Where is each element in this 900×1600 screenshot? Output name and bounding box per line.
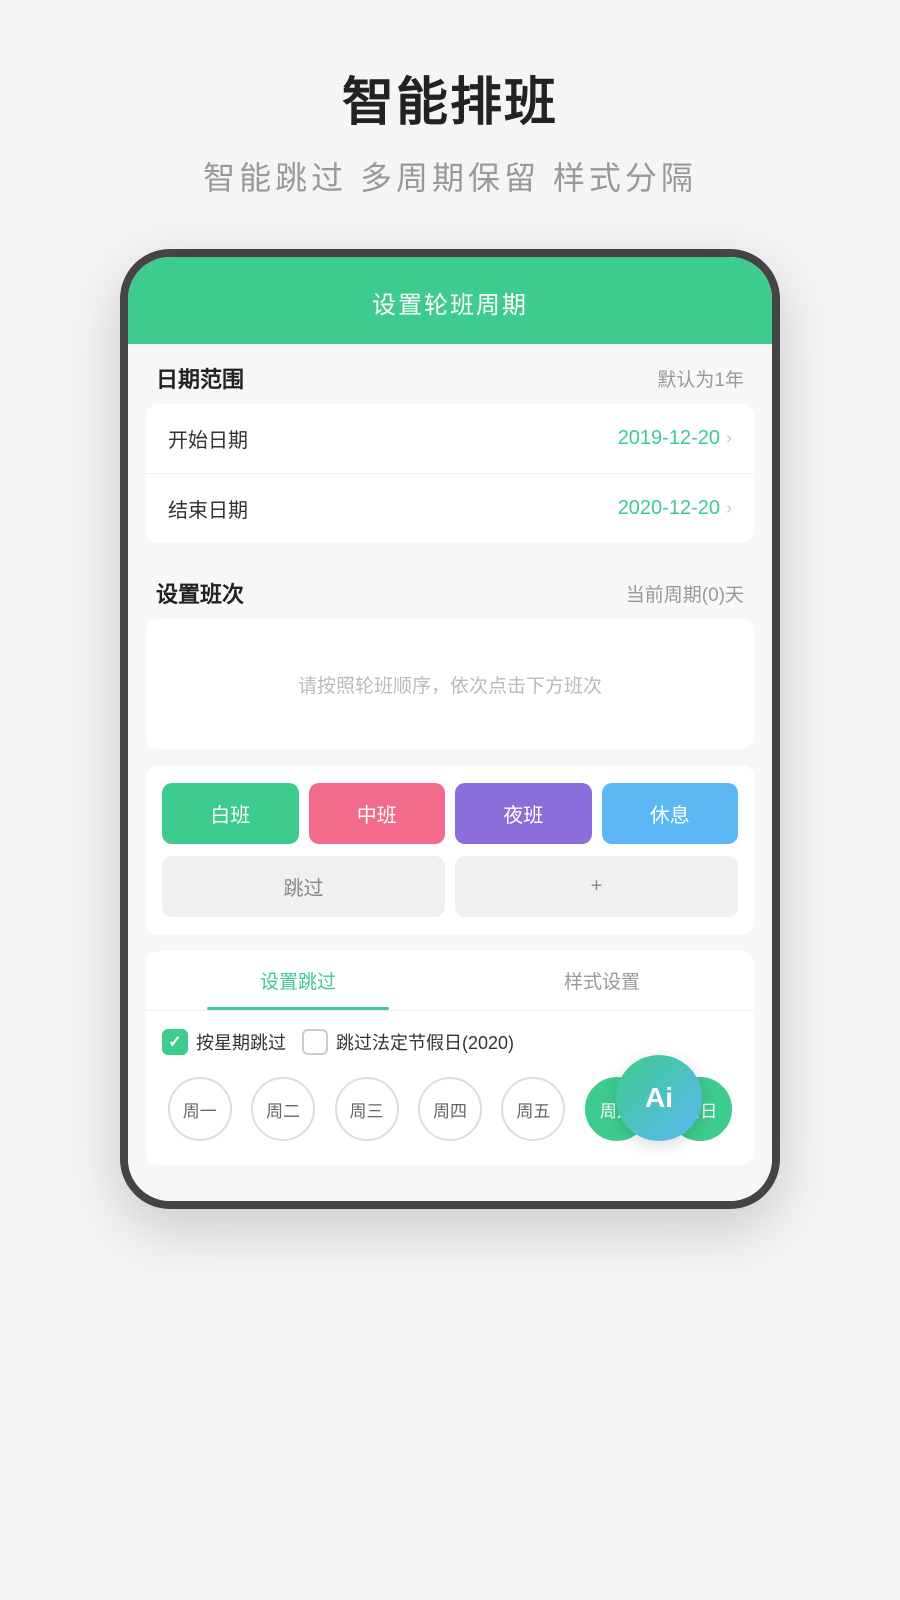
tab-bar: 设置跳过 样式设置 [146,951,754,1011]
checkbox-holiday-label: 跳过法定节假日(2020) [336,1029,514,1055]
side-button-2 [778,557,780,627]
date-range-card: 开始日期 2019-12-20 › 结束日期 2020-12-20 › [146,404,754,543]
end-date-chevron: › [726,498,732,519]
checkmark-icon: ✓ [168,1032,181,1052]
page-header: 智能排班 智能跳过 多周期保留 样式分隔 [0,0,900,219]
weekday-btn-2[interactable]: 周三 [335,1077,399,1141]
night-shift-button[interactable]: 夜班 [455,783,592,844]
shift-setup-note: 当前周期(0)天 [626,580,744,607]
checkbox-weekly-label: 按星期跳过 [196,1029,286,1055]
weekday-btn-0[interactable]: 周一 [168,1077,232,1141]
page-subtitle: 智能跳过 多周期保留 样式分隔 [0,153,900,199]
date-range-section-header: 日期范围 默认为1年 [128,344,772,404]
date-range-note: 默认为1年 [657,365,744,392]
end-date-value: 2020-12-20 › [618,497,732,520]
empty-card: 请按照轮班顺序，依次点击下方班次 [146,619,754,749]
checkbox-holiday-box[interactable] [302,1029,328,1055]
shift-section-header: 设置班次 当前周期(0)天 [128,559,772,619]
app-header: 设置轮班周期 [128,257,772,344]
ai-badge[interactable]: Ai [616,1055,702,1141]
end-date-label: 结束日期 [168,494,248,523]
weekday-btn-4[interactable]: 周五 [501,1077,565,1141]
start-date-row[interactable]: 开始日期 2019-12-20 › [146,404,754,474]
start-date-value: 2019-12-20 › [618,427,732,450]
rest-button[interactable]: 休息 [602,783,739,844]
shift-buttons-card: 白班 中班 夜班 休息 跳过 + [146,765,754,935]
shift-buttons-row1: 白班 中班 夜班 休息 [162,783,738,844]
checkbox-weekly[interactable]: ✓ 按星期跳过 [162,1029,286,1055]
empty-hint: 请按照轮班顺序，依次点击下方班次 [298,671,602,698]
skip-button[interactable]: 跳过 [162,856,445,917]
date-range-label: 日期范围 [156,362,244,394]
weekday-btn-1[interactable]: 周二 [251,1077,315,1141]
side-button-1 [778,457,780,527]
white-shift-button[interactable]: 白班 [162,783,299,844]
tab-style[interactable]: 样式设置 [450,951,754,1010]
tab-skip[interactable]: 设置跳过 [146,951,450,1010]
phone-frame: 设置轮班周期 日期范围 默认为1年 开始日期 2019-12-20 › 结束日期 [120,249,780,1209]
shift-buttons-row2: 跳过 + [162,856,738,917]
weekday-btn-3[interactable]: 周四 [418,1077,482,1141]
end-date-row[interactable]: 结束日期 2020-12-20 › [146,474,754,543]
checkbox-weekly-box[interactable]: ✓ [162,1029,188,1055]
add-button[interactable]: + [455,856,738,917]
start-date-label: 开始日期 [168,424,248,453]
checkbox-holiday[interactable]: 跳过法定节假日(2020) [302,1029,514,1055]
ai-label: Ai [645,1082,673,1114]
app-header-title: 设置轮班周期 [148,285,752,320]
shift-setup-label: 设置班次 [156,577,244,609]
start-date-chevron: › [726,428,732,449]
page-title: 智能排班 [0,60,900,135]
checkbox-row: ✓ 按星期跳过 跳过法定节假日(2020) [162,1029,738,1055]
mid-shift-button[interactable]: 中班 [309,783,446,844]
